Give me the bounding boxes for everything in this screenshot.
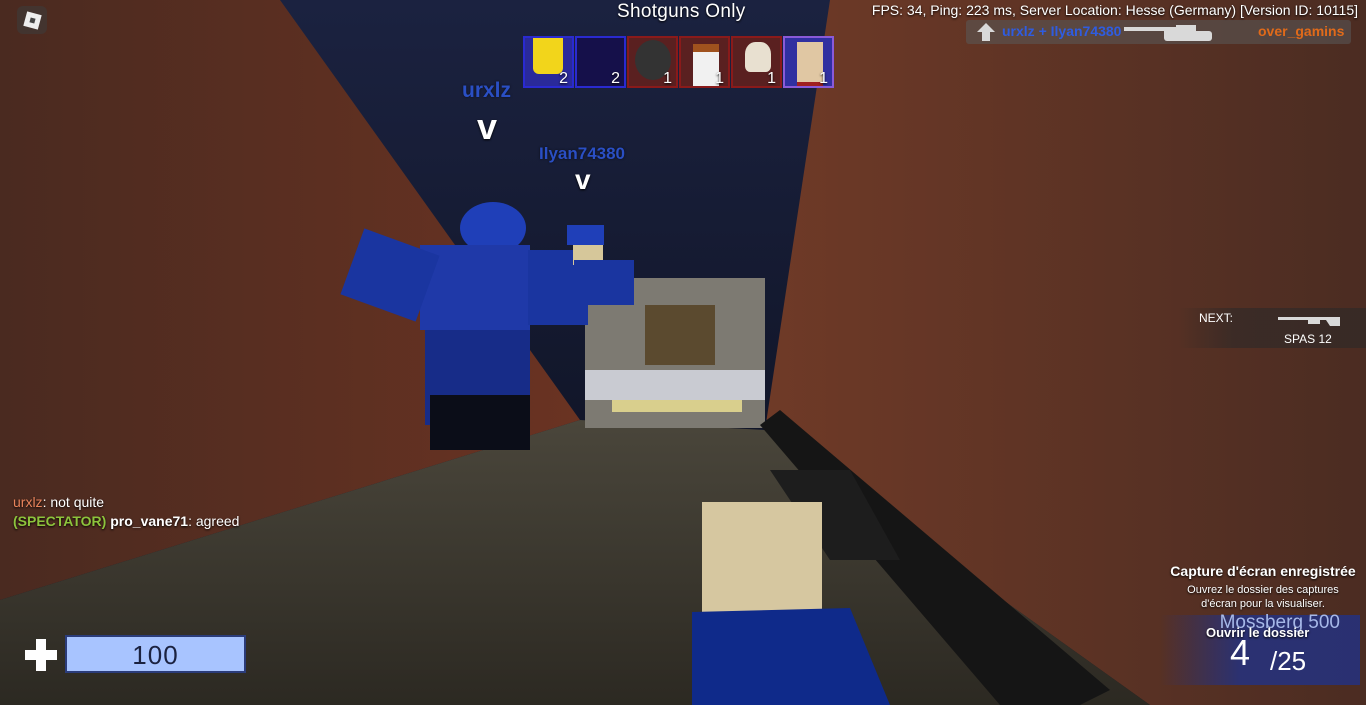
player-score: 2 bbox=[611, 70, 620, 87]
next-weapon-panel: NEXT: SPAS 12 bbox=[1178, 308, 1366, 348]
player-score: 1 bbox=[767, 70, 776, 87]
chat-message: (SPECTATOR) pro_vane71: agreed bbox=[13, 512, 239, 531]
chat-user: pro_vane71 bbox=[110, 513, 189, 529]
game-mode-title: Shotguns Only bbox=[617, 1, 746, 22]
player-card[interactable]: 1 bbox=[679, 36, 730, 88]
avatar bbox=[533, 38, 563, 74]
chat-log: urxlz: not quite (SPECTATOR) pro_vane71:… bbox=[13, 493, 239, 531]
toast-body: Ouvrez le dossier des captures d'écran p… bbox=[1187, 584, 1339, 610]
chat-text: : agreed bbox=[188, 513, 240, 529]
chat-message: urxlz: not quite bbox=[13, 493, 239, 512]
killfeed-killer: urxlz + Ilyan74380 bbox=[1002, 23, 1122, 39]
health-bar: 100 bbox=[65, 635, 246, 673]
nametag-arrow: v bbox=[575, 164, 591, 195]
screenshot-toast[interactable]: Capture d'écran enregistrée Ouvrez le do… bbox=[1160, 558, 1366, 648]
player-card[interactable]: 2 bbox=[523, 36, 574, 88]
reserve-count: /25 bbox=[1270, 646, 1307, 676]
server-info: FPS: 34, Ping: 223 ms, Server Location: … bbox=[871, 2, 1358, 18]
player-card[interactable]: 1 bbox=[783, 36, 834, 88]
chat-user: urxlz bbox=[13, 494, 43, 510]
player-score: 1 bbox=[715, 70, 724, 87]
shotgun-icon bbox=[1278, 317, 1340, 326]
roblox-logo-icon bbox=[22, 10, 42, 30]
player-score: 1 bbox=[663, 70, 672, 87]
player-scoreboard: 2 2 1 1 1 1 bbox=[523, 36, 834, 88]
nametag-ilyan74380: Ilyan74380 bbox=[539, 144, 626, 163]
health-value: 100 bbox=[132, 640, 179, 670]
player-card[interactable]: 1 bbox=[627, 36, 678, 88]
killfeed-victim: over_gamins bbox=[1258, 23, 1345, 39]
next-weapon-name: SPAS 12 bbox=[1284, 332, 1332, 346]
roblox-menu-button[interactable] bbox=[17, 6, 47, 34]
chat-tag: (SPECTATOR) bbox=[13, 513, 107, 529]
next-weapon-label: NEXT: bbox=[1199, 311, 1234, 325]
tank-icon bbox=[1156, 25, 1212, 41]
health-icon bbox=[25, 639, 57, 671]
open-folder-button[interactable]: Ouvrir le dossier bbox=[1206, 625, 1309, 640]
player-card[interactable]: 2 bbox=[575, 36, 626, 88]
player-card[interactable]: 1 bbox=[731, 36, 782, 88]
chat-text: : not quite bbox=[42, 494, 105, 510]
arrow-up-icon bbox=[977, 23, 995, 41]
nametag-arrow: v bbox=[477, 106, 498, 147]
avatar bbox=[745, 42, 771, 72]
player-score: 2 bbox=[559, 70, 568, 87]
toast-title: Capture d'écran enregistrée bbox=[1170, 563, 1356, 579]
killfeed-entry: urxlz + Ilyan74380 over_gamins bbox=[966, 20, 1351, 44]
nametag-urxlz: urxlz bbox=[462, 79, 512, 102]
player-score: 1 bbox=[819, 70, 828, 87]
